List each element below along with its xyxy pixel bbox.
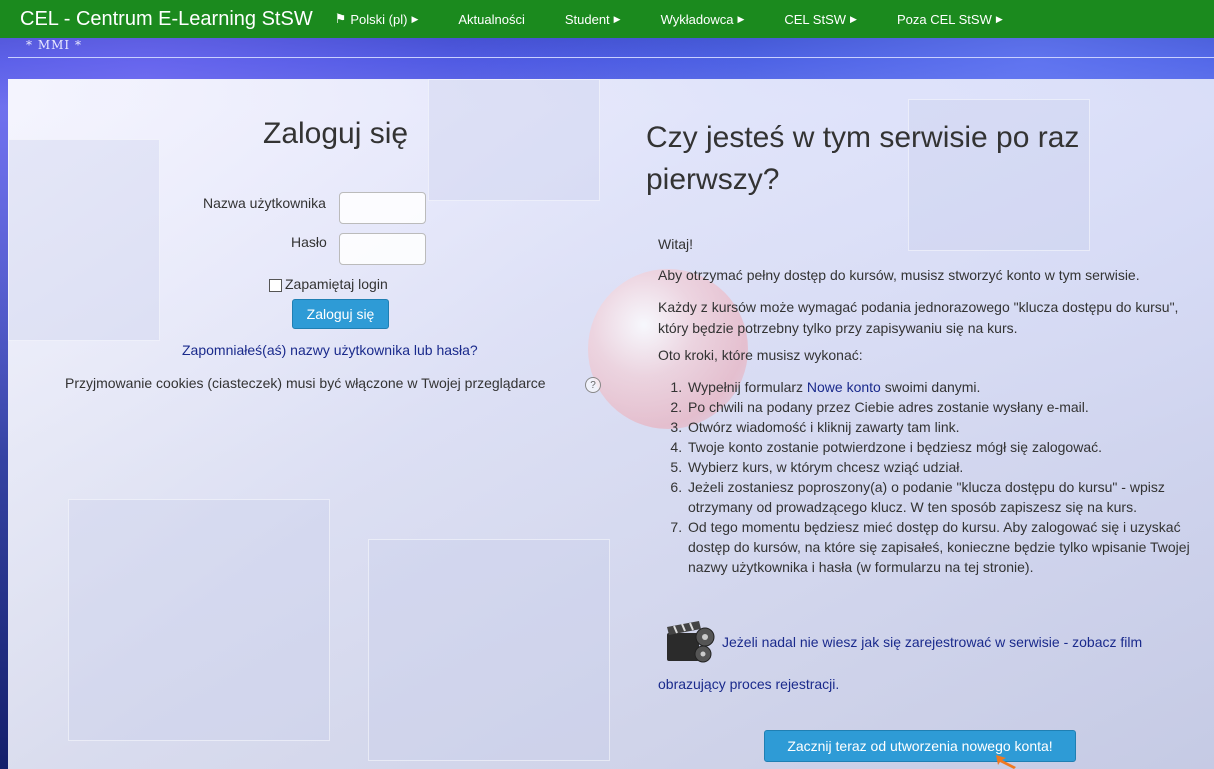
caret-right-icon: ▶ [613,13,621,24]
registration-film-link-cont[interactable]: obrazujący proces rejestracji. [658,676,839,692]
caret-right-icon: ▶ [737,13,745,24]
signup-para1: Aby otrzymać pełny dostęp do kursów, mus… [658,267,1140,283]
decor-cube [68,499,330,741]
remember-checkbox[interactable] [269,279,282,292]
forgot-password-link[interactable]: Zapomniałeś(aś) nazwy użytkownika lub ha… [182,342,478,358]
list-item: Otwórz wiadomość i kliknij zawarty tam l… [686,417,1214,437]
create-account-button[interactable]: Zacznij teraz od utworzenia nowego konta… [764,730,1076,762]
nav-cel-stsw[interactable]: CEL StSW ▶ [784,12,857,27]
flag-icon: ⚑ [334,11,347,26]
greeting-text: Witaj! [658,236,693,252]
decor-cube [368,539,610,761]
login-title: Zaloguj się [263,117,409,150]
login-button[interactable]: Zaloguj się [292,299,389,329]
username-input[interactable] [339,192,426,224]
nav-outside-cel-label: Poza CEL StSW [896,11,992,27]
nav-news[interactable]: Aktualności [458,12,524,27]
signup-title: Czy jesteś w tym serwisie po raz pierwsz… [646,121,1080,196]
nav-cel-stsw-label: CEL StSW [784,11,847,27]
site-brand[interactable]: CEL - Centrum E-Learning StSW [20,8,313,31]
nav-outside-cel[interactable]: Poza CEL StSW ▶ [897,12,1003,27]
signup-para3: Oto kroki, które musisz wykonać: [658,347,863,363]
decor-cube [428,79,600,201]
registration-film-link[interactable]: Jeżeli nadal nie wiesz jak się zarejestr… [722,634,1142,650]
nav-lecturer-label: Wykładowca [660,11,734,27]
list-item: Twoje konto zostanie potwierdzone i będz… [686,437,1214,457]
caret-right-icon: ▶ [411,13,419,24]
decor-cube [8,139,160,341]
list-item: Wypełnij formularz Nowe konto swoimi dan… [686,377,1214,397]
login-panel: Zaloguj się Nazwa użytkownika Hasło Zapa… [8,79,1214,769]
nav-student[interactable]: Student ▶ [565,12,621,27]
mouse-cursor-icon [996,755,1016,769]
nav-language-label: Polski (pl) [350,11,408,27]
list-item: Po chwili na podany przez Ciebie adres z… [686,397,1214,417]
password-input[interactable] [339,233,426,265]
list-item: Od tego momentu będziesz mieć dostęp do … [686,517,1214,577]
signup-para2: Każdy z kursów może wymagać podania jedn… [658,299,1179,336]
cookies-notice: Przyjmowanie cookies (ciasteczek) musi b… [65,375,546,391]
top-navbar: CEL - Centrum E-Learning StSW ⚑ Polski (… [0,0,1214,38]
nav-language[interactable]: ⚑ Polski (pl) ▶ [335,11,419,27]
nav-news-label: Aktualności [458,11,525,27]
list-item: Jeżeli zostaniesz poproszony(a) o podani… [686,477,1214,517]
mmi-logo-text: * MMI * [26,38,82,52]
header-divider [8,57,1214,58]
list-item: Wybierz kurs, w którym chcesz wziąć udzi… [686,457,1214,477]
new-account-link[interactable]: Nowe konto [807,379,881,395]
caret-right-icon: ▶ [995,13,1003,24]
signup-steps-list: Wypełnij formularz Nowe konto swoimi dan… [658,377,1214,577]
password-label: Hasło [291,234,327,250]
username-label: Nazwa użytkownika [203,195,326,211]
help-icon[interactable]: ? [585,377,601,393]
caret-right-icon: ▶ [850,13,857,24]
film-clapperboard-icon[interactable] [665,617,717,667]
nav-lecturer[interactable]: Wykładowca ▶ [661,12,745,27]
remember-label: Zapamiętaj login [285,276,388,292]
nav-student-label: Student [564,11,610,27]
